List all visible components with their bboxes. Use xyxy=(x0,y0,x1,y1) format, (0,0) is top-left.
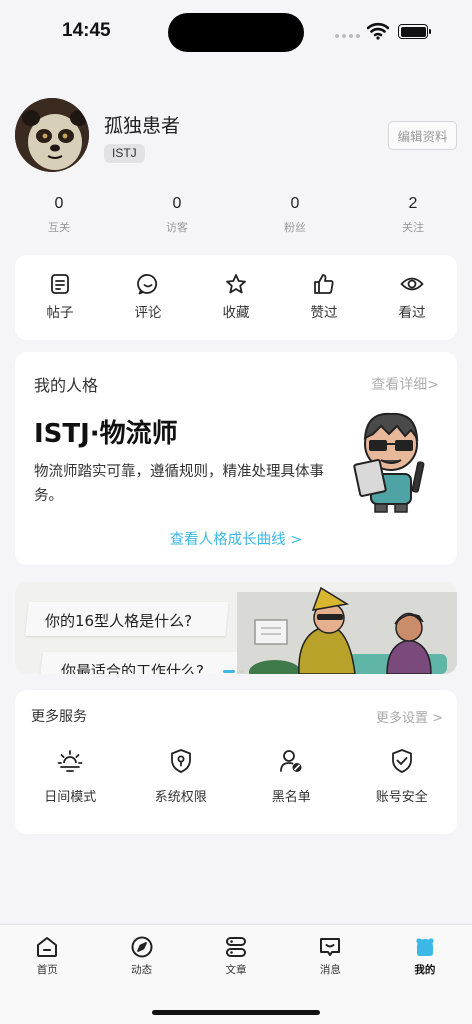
tab-home[interactable]: 首页 xyxy=(0,925,94,1024)
personality-title: 我的人格 xyxy=(34,376,99,395)
stat-value: 0 xyxy=(290,195,300,212)
service-label: 系统权限 xyxy=(154,790,207,805)
shortcut-comments[interactable]: 评论 xyxy=(113,255,183,340)
personality-card: 我的人格 查看详细> ISTJ·物流师 物流师踏实可靠，遵循规则，精准处理具体事… xyxy=(15,352,457,565)
tab-label: 动态 xyxy=(131,964,153,976)
shield-lock-icon xyxy=(170,749,191,773)
banner-illustration xyxy=(237,582,457,674)
tab-profile[interactable]: 我的 xyxy=(378,925,472,1024)
edit-profile-button[interactable]: 编辑资料 xyxy=(388,121,457,150)
status-time: 14:45 xyxy=(62,20,111,41)
home-icon xyxy=(37,937,58,957)
tab-label: 消息 xyxy=(319,964,341,976)
shortcut-label: 评论 xyxy=(134,305,162,321)
service-blacklist[interactable]: 黑名单 xyxy=(241,748,341,805)
tab-label: 我的 xyxy=(414,964,436,976)
stat-value: 2 xyxy=(408,195,418,212)
comment-icon xyxy=(137,274,158,295)
dynamic-island xyxy=(168,13,304,52)
home-indicator xyxy=(152,1010,320,1015)
carousel-dots xyxy=(223,670,244,673)
shortcut-label: 帖子 xyxy=(46,305,74,321)
stat-visitors[interactable]: 0 访客 xyxy=(118,195,236,235)
shield-check-icon xyxy=(391,749,412,773)
banner-question-2: 你最适合的工作什么? xyxy=(61,662,204,674)
stat-label: 访客 xyxy=(166,221,188,234)
username: 孤独患者 xyxy=(104,115,181,137)
stat-label: 粉丝 xyxy=(284,221,306,234)
tab-bar: 首页 动态 文章 消息 我的 xyxy=(0,924,472,1024)
shortcut-liked[interactable]: 赞过 xyxy=(289,255,359,340)
shortcut-favorites[interactable]: 收藏 xyxy=(201,255,271,340)
mbti-badge: ISTJ xyxy=(104,144,145,163)
tab-label: 首页 xyxy=(36,964,58,976)
stats-row: 0 互关 0 访客 0 粉丝 2 关注 xyxy=(0,195,472,235)
stat-mutual[interactable]: 0 互关 xyxy=(0,195,118,235)
wifi-icon xyxy=(367,22,389,40)
stat-value: 0 xyxy=(172,195,182,212)
service-day-mode[interactable]: 日间模式 xyxy=(20,748,120,805)
message-icon xyxy=(320,938,341,956)
personality-detail-link[interactable]: 查看详细> xyxy=(371,374,439,394)
shortcut-label: 看过 xyxy=(398,305,426,321)
personality-growth-link[interactable]: 查看人格成长曲线 > xyxy=(15,528,457,549)
shortcut-label: 赞过 xyxy=(310,305,338,321)
star-icon xyxy=(226,274,246,294)
profile-icon xyxy=(416,938,434,956)
post-icon xyxy=(51,274,69,294)
eye-icon xyxy=(400,277,424,291)
more-settings-link[interactable]: 更多设置 > xyxy=(376,707,443,726)
stat-following[interactable]: 2 关注 xyxy=(354,195,472,235)
service-label: 日间模式 xyxy=(44,790,97,805)
profile-header: 孤独患者 ISTJ 编辑资料 xyxy=(15,98,457,174)
battery-icon xyxy=(398,24,431,39)
service-label: 账号安全 xyxy=(375,790,428,805)
banner-question-1: 你的16型人格是什么? xyxy=(45,612,193,630)
status-bar: 14:45 xyxy=(0,0,472,64)
shortcut-viewed[interactable]: 看过 xyxy=(377,255,447,340)
signal-icon xyxy=(335,34,360,38)
stat-followers[interactable]: 0 粉丝 xyxy=(236,195,354,235)
shortcuts-card: 帖子 评论 收藏 赞过 看过 xyxy=(15,255,457,340)
stat-label: 关注 xyxy=(402,221,424,234)
avatar[interactable] xyxy=(15,98,89,172)
compass-icon xyxy=(131,936,153,958)
sun-icon xyxy=(57,750,83,772)
stat-value: 0 xyxy=(54,195,64,212)
article-icon xyxy=(226,937,247,957)
personality-illustration xyxy=(345,404,435,514)
services-row: 日间模式 系统权限 黑名单 账号安全 xyxy=(15,748,457,805)
thumbs-up-icon xyxy=(314,274,334,294)
tab-label: 文章 xyxy=(225,964,247,976)
services-card: 更多服务 更多设置 > 日间模式 系统权限 黑名单 账号安全 xyxy=(15,690,457,834)
service-label: 黑名单 xyxy=(271,790,311,805)
personality-description: 物流师踏实可靠，遵循规则，精准处理具体事务。 xyxy=(34,464,324,504)
stat-label: 互关 xyxy=(48,221,70,234)
shortcut-label: 收藏 xyxy=(222,305,250,321)
personality-type: ISTJ·物流师 xyxy=(34,419,178,449)
services-title: 更多服务 xyxy=(31,709,87,725)
service-account-security[interactable]: 账号安全 xyxy=(352,748,452,805)
shortcut-posts[interactable]: 帖子 xyxy=(25,255,95,340)
user-block-icon xyxy=(280,750,302,772)
promo-banner[interactable]: 你的16型人格是什么? 你最适合的工作什么? xyxy=(15,582,457,674)
service-permissions[interactable]: 系统权限 xyxy=(131,748,231,805)
